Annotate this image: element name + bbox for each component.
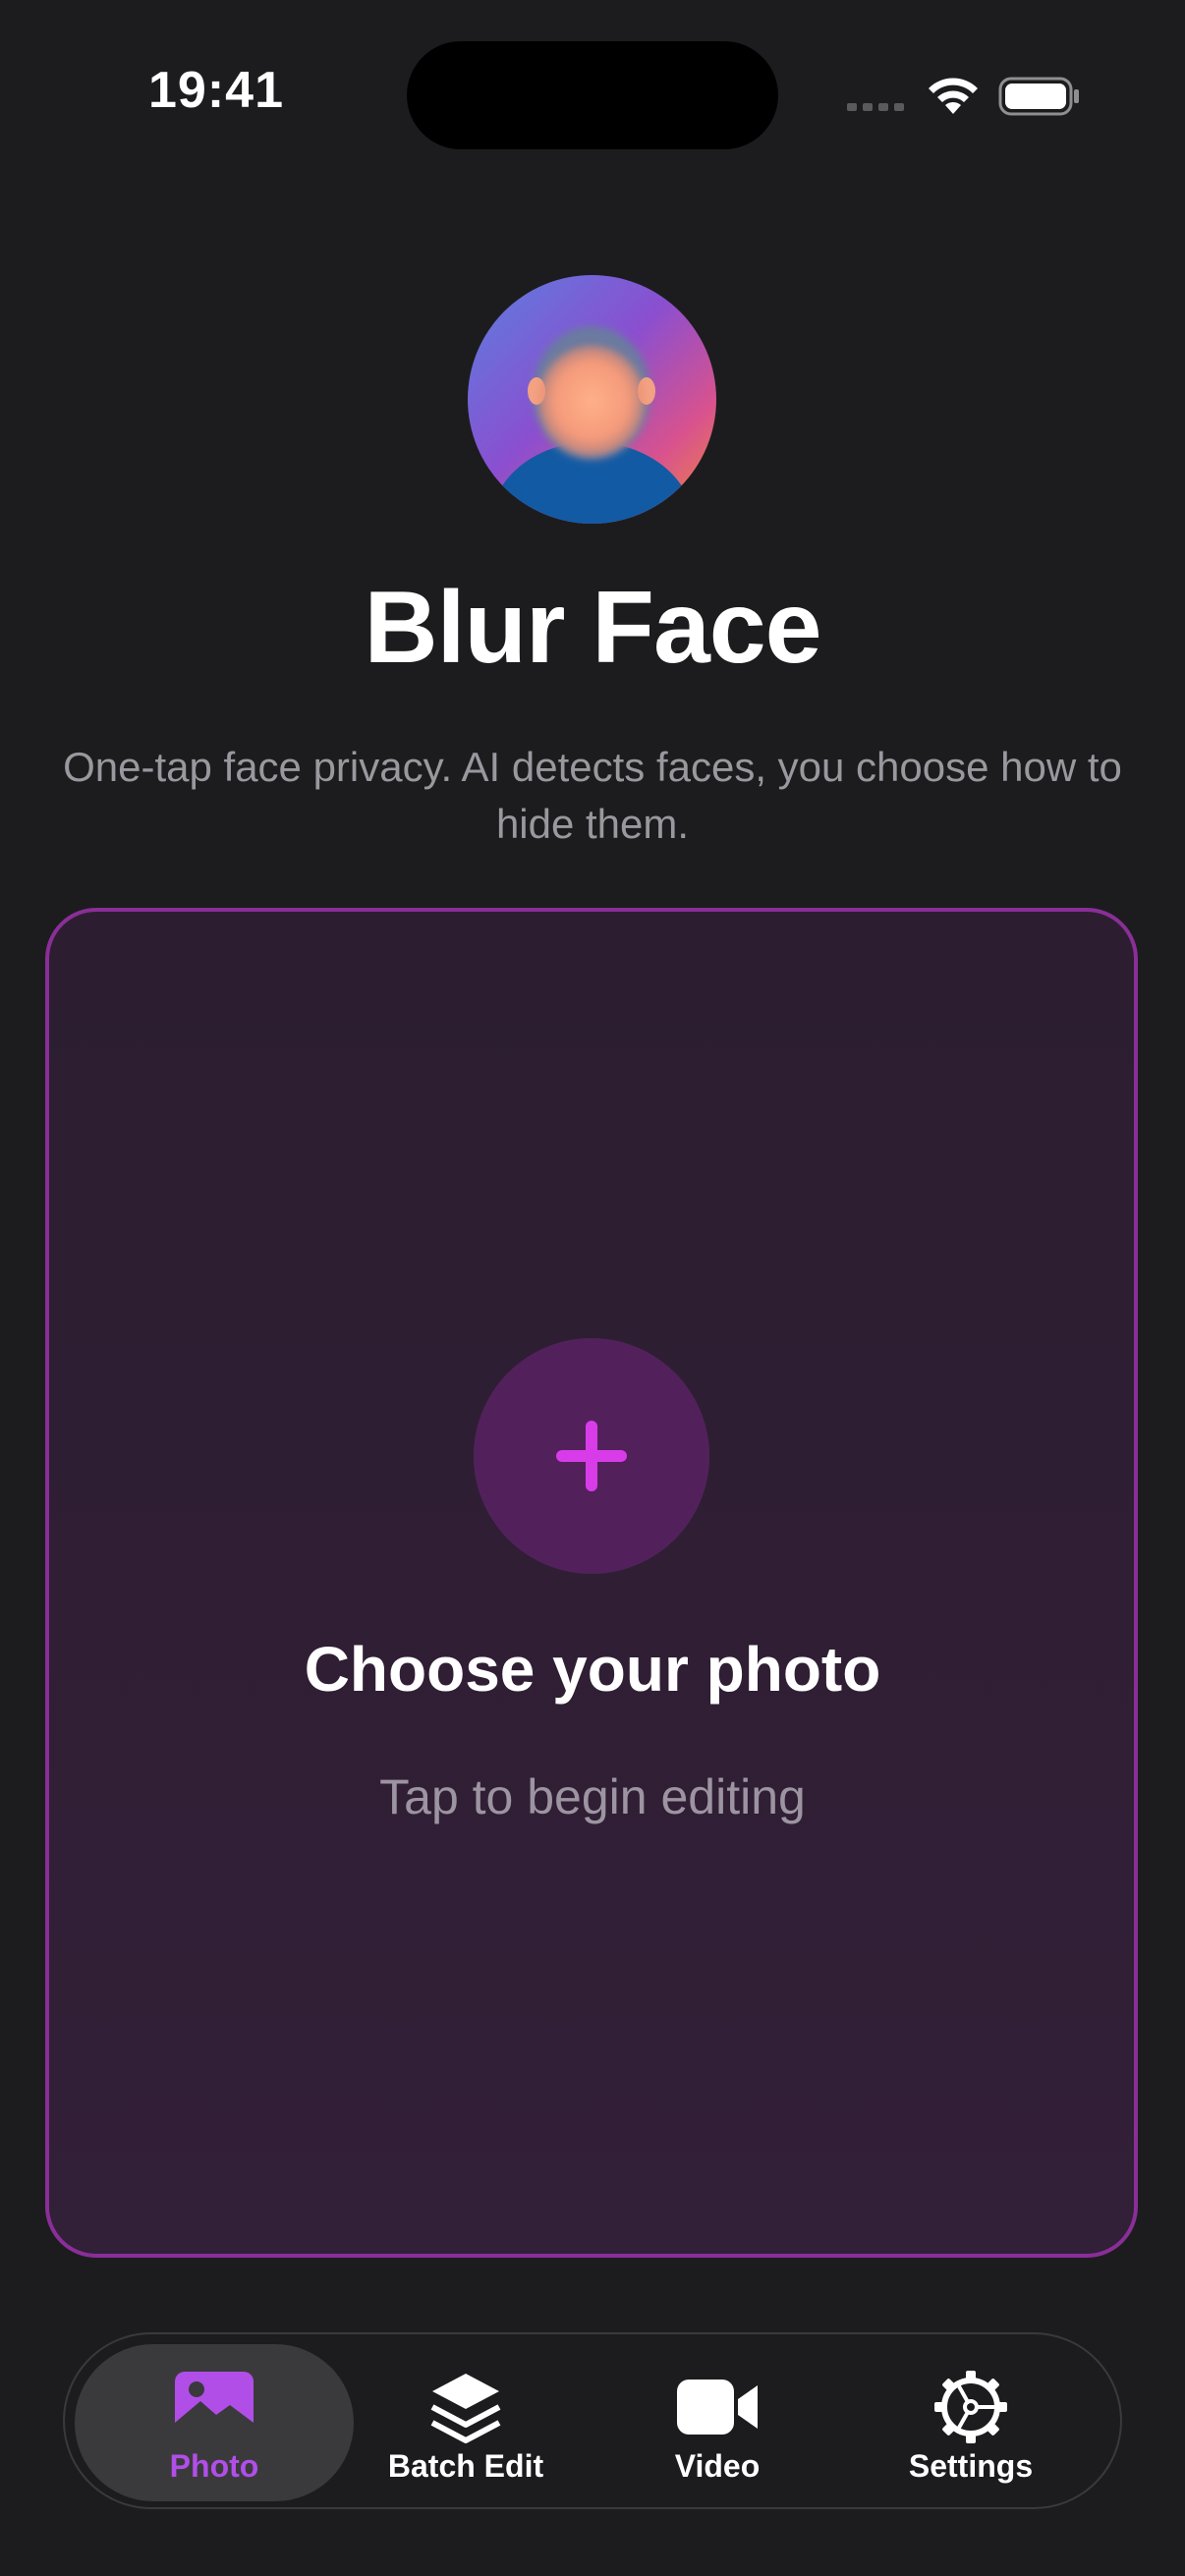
dynamic-island [407,41,778,149]
tab-photo[interactable]: Photo [75,2344,354,2501]
video-camera-icon [677,2380,758,2435]
tab-photo-label: Photo [169,2448,259,2484]
battery-icon [998,77,1079,116]
status-time: 19:41 [148,62,284,119]
tab-settings[interactable]: Settings [831,2344,1110,2501]
choose-photo-subtitle: Tap to begin editing [379,1769,806,1824]
gear-icon [934,2371,1007,2443]
add-photo-button[interactable] [474,1338,709,1574]
photo-icon [175,2372,254,2433]
tab-video-label: Video [674,2448,761,2484]
tab-video[interactable]: Video [578,2344,857,2501]
wifi-icon [929,78,978,114]
choose-photo-card[interactable] [45,908,1138,2258]
tab-settings-label: Settings [908,2448,1034,2484]
tab-batch-edit-label: Batch Edit [387,2448,544,2484]
tab-batch-edit[interactable]: Batch Edit [326,2344,605,2501]
layers-icon [430,2374,501,2443]
plus-icon [556,1421,627,1491]
app-subtitle: One-tap face privacy. AI detects faces, … [63,744,1122,847]
app-logo-avatar [468,275,716,524]
cellular-signal-icon [847,103,904,111]
choose-photo-title: Choose your photo [304,1634,881,1705]
app-title: Blur Face [364,571,822,685]
